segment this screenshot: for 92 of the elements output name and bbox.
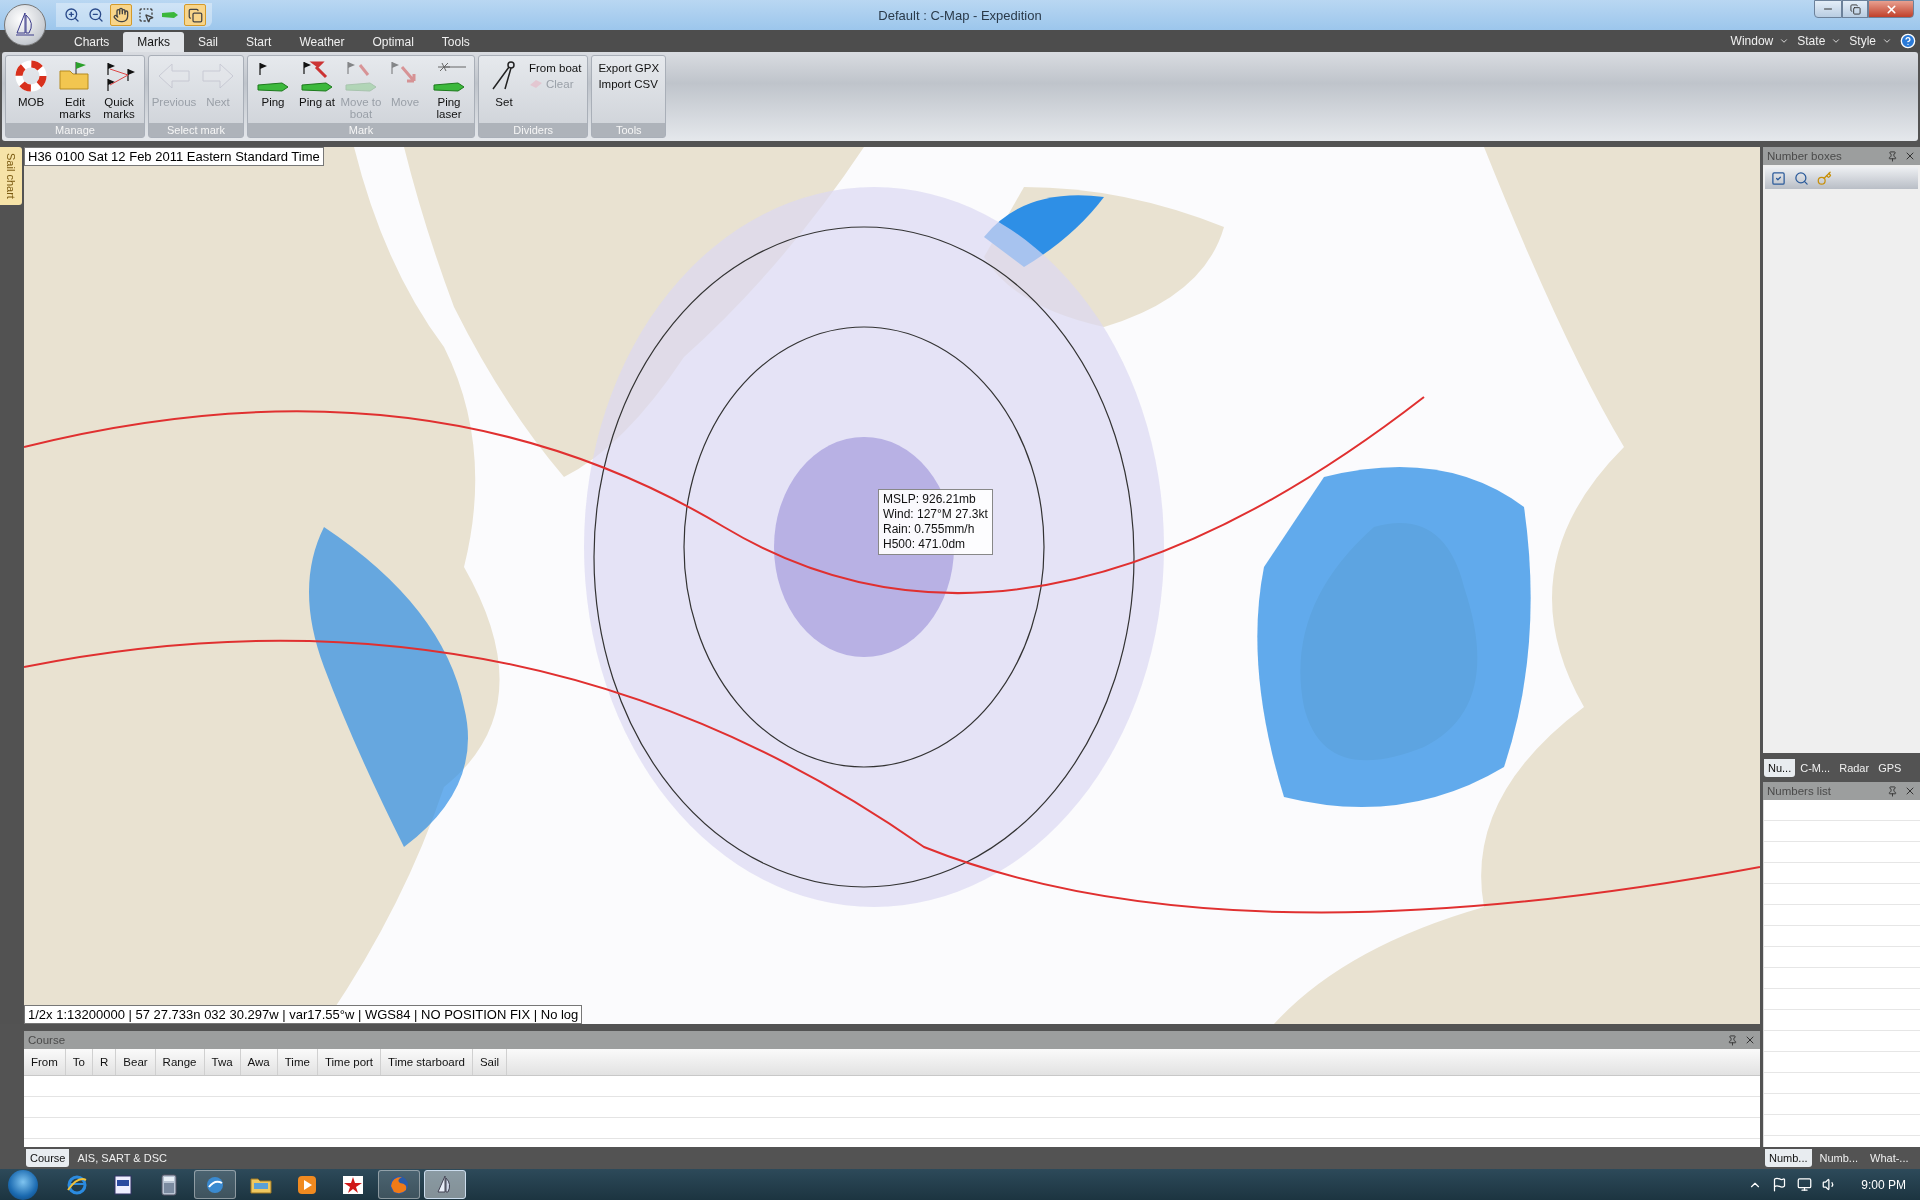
menu-dropdown[interactable]: Window	[1730, 34, 1790, 48]
ribbon-tab[interactable]: Start	[232, 32, 286, 52]
panel-tab[interactable]: Nu...	[1764, 759, 1796, 777]
column-header[interactable]: R	[93, 1049, 117, 1075]
clock[interactable]: 9:00 PM	[1861, 1177, 1906, 1192]
ribbon-button[interactable]: Ping at	[296, 58, 338, 109]
folder-flag-icon	[58, 59, 92, 93]
window-title: Default : C-Map - Expedition	[878, 7, 1042, 23]
media-player-icon	[296, 1173, 318, 1196]
app-menu-button[interactable]	[4, 4, 46, 46]
group-title: Select mark	[149, 123, 243, 137]
side-tab[interactable]: Sail chart	[0, 147, 22, 205]
column-header[interactable]: Range	[155, 1049, 205, 1075]
hand-icon[interactable]	[110, 4, 132, 26]
ribbon-tab[interactable]: Tools	[427, 32, 484, 52]
group-title: Dividers	[479, 123, 588, 137]
tooltip-line: MSLP: 926.21mb	[883, 492, 977, 507]
group-title: Mark	[248, 123, 474, 137]
lifebuoy-icon	[14, 59, 48, 93]
flag-arrow-boat-icon	[300, 59, 334, 93]
close-icon	[1884, 2, 1898, 16]
panel-tab[interactable]: What-...	[1866, 1149, 1913, 1167]
ribbon-button[interactable]: From boat	[527, 62, 584, 74]
flag-arrow-boat-icon	[344, 59, 378, 93]
chevron-down-icon	[1831, 36, 1842, 46]
ribbon-button[interactable]: Ping	[252, 58, 294, 109]
ribbon-button[interactable]: MOB	[10, 58, 52, 109]
ribbon-button[interactable]: Ping laser	[428, 58, 470, 121]
ribbon-button[interactable]: Edit marks	[54, 58, 96, 121]
pin-icon[interactable]	[1887, 150, 1898, 162]
start-button[interactable]	[8, 1169, 38, 1200]
close-icon[interactable]	[1904, 150, 1916, 162]
select-icon[interactable]	[136, 5, 156, 25]
browser-e-icon	[66, 1173, 88, 1196]
column-header[interactable]: To	[65, 1049, 93, 1075]
menu-dropdown[interactable]: Style	[1849, 34, 1892, 48]
ribbon-button[interactable]: Import CSV	[596, 78, 662, 90]
pin-icon[interactable]	[1727, 1034, 1738, 1046]
time-label: H36 0100 Sat 12 Feb 2011 Eastern Standard Time	[24, 147, 324, 166]
group-title: Manage	[6, 123, 144, 137]
panel-title: Course	[28, 1034, 67, 1046]
ribbon-tab[interactable]: Sail	[184, 32, 233, 52]
column-header[interactable]: Time port	[317, 1049, 382, 1075]
column-header[interactable]: Bear	[116, 1049, 156, 1075]
close-button[interactable]	[1868, 0, 1914, 18]
ribbon-tab[interactable]: Weather	[285, 32, 359, 52]
group-title: Tools	[592, 123, 666, 137]
chevron-down-icon	[1882, 36, 1892, 46]
panel-tab[interactable]: Radar	[1835, 759, 1874, 777]
column-header[interactable]: Time starboard	[381, 1049, 473, 1075]
ribbon-tab[interactable]: Charts	[60, 32, 124, 52]
eraser-icon	[529, 78, 543, 90]
panel-tab[interactable]: GPS	[1874, 759, 1906, 777]
column-header[interactable]: Sail	[472, 1049, 508, 1075]
network-icon[interactable]	[1797, 1177, 1813, 1192]
close-icon[interactable]	[1744, 1034, 1756, 1046]
maximize-button[interactable]	[1842, 0, 1868, 18]
column-header[interactable]: Time	[277, 1049, 318, 1075]
ribbon-button[interactable]: Export GPX	[596, 62, 662, 74]
calculator-icon	[160, 1173, 178, 1196]
tooltip-line: H500: 471.0dm	[883, 537, 967, 552]
fox-globe-icon	[388, 1173, 410, 1196]
ribbon-button[interactable]: Set	[483, 58, 525, 109]
tooltip-line: Wind: 127°M 27.3kt	[883, 507, 988, 522]
column-header[interactable]: From	[24, 1049, 66, 1075]
panel-tab[interactable]: AIS, SART & DSC	[73, 1149, 171, 1167]
panel-tab[interactable]: Course	[26, 1149, 70, 1167]
star-icon	[342, 1173, 364, 1196]
flag-icon[interactable]	[1772, 1177, 1788, 1192]
panel-tab[interactable]: Numb...	[1765, 1149, 1812, 1167]
minimize-button[interactable]	[1814, 0, 1842, 18]
ribbon-button[interactable]: Quick marks	[98, 58, 140, 121]
close-icon[interactable]	[1904, 785, 1916, 797]
layers-icon[interactable]	[184, 4, 206, 26]
panel-title: Number boxes	[1767, 150, 1843, 162]
ribbon-tab[interactable]: Optimal	[358, 32, 428, 52]
checkbox-icon[interactable]	[1771, 170, 1786, 186]
restore-icon	[1849, 3, 1861, 15]
chevron-down-icon	[1779, 36, 1790, 46]
menu-dropdown[interactable]: State	[1797, 34, 1842, 48]
panel-tab[interactable]: C-M...	[1796, 759, 1835, 777]
sail-icon	[13, 11, 37, 39]
tooltip-line: Rain: 0.755mm/h	[883, 522, 976, 537]
search-icon[interactable]	[1794, 170, 1809, 186]
help-icon[interactable]	[1900, 33, 1916, 49]
column-header[interactable]: Twa	[204, 1049, 241, 1075]
pin-icon[interactable]	[1887, 785, 1898, 797]
ribbon-tab[interactable]: Marks	[123, 32, 184, 52]
column-header[interactable]: Awa	[240, 1049, 278, 1075]
panel-tab[interactable]: Numb...	[1815, 1149, 1863, 1167]
document-icon	[113, 1173, 133, 1196]
panel-title: Numbers list	[1767, 785, 1832, 797]
